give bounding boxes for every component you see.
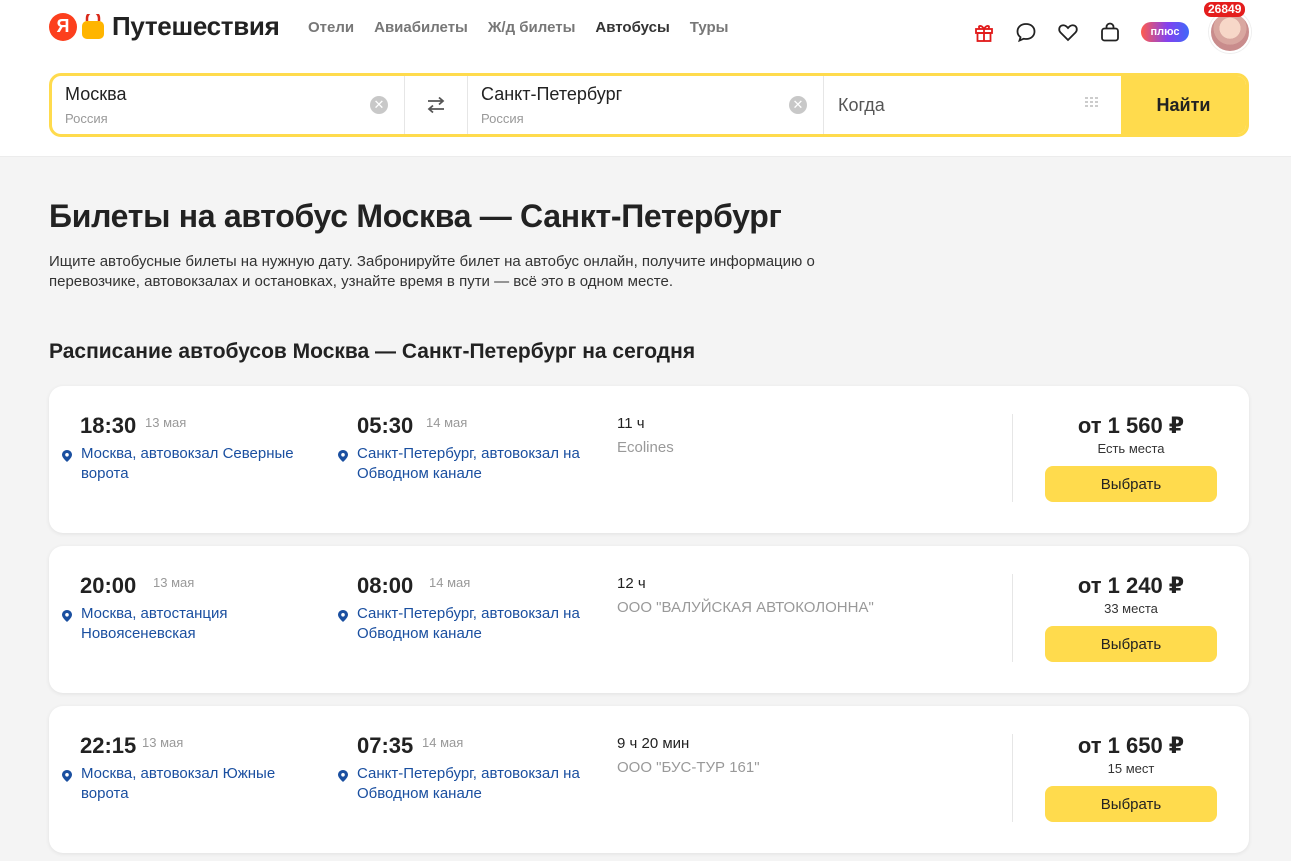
departure-stop-link[interactable]: Москва, автовокзал Северные ворота — [81, 444, 294, 484]
divider — [1012, 414, 1013, 502]
calendar-icon — [1085, 97, 1098, 107]
departure-stop-line: Москва, автовокзал Северные — [81, 445, 294, 462]
nav-flights[interactable]: Авиабилеты — [374, 19, 468, 36]
notification-count-badge: 26849 — [1204, 2, 1246, 17]
departure-stop-link[interactable]: Москва, автовокзал Южные ворота — [81, 764, 275, 804]
carrier-name: ООО "БУС-ТУР 161" — [617, 759, 760, 776]
arrival-date: 14 мая — [429, 575, 471, 590]
header-actions: плюс 26849 — [973, 2, 1251, 53]
to-input-value[interactable]: Санкт-Петербург — [481, 84, 622, 105]
departure-time: 22:15 — [80, 733, 137, 758]
carrier-name: ООО "ВАЛУЙСКАЯ АВТОКОЛОННА" — [617, 599, 874, 616]
divider — [1012, 734, 1013, 822]
location-pin-icon — [62, 450, 72, 462]
page-description: Ищите автобусные билеты на нужную дату. … — [49, 253, 815, 290]
gift-icon[interactable] — [973, 21, 995, 43]
departure-date: 13 мая — [153, 575, 195, 590]
location-pin-icon — [62, 770, 72, 782]
nav-buses[interactable]: Автобусы — [595, 19, 669, 36]
bag-icon[interactable] — [1099, 21, 1121, 43]
clear-from-icon[interactable]: ✕ — [370, 96, 388, 114]
arrival-time: 08:00 — [357, 573, 414, 598]
arrival-date: 14 мая — [426, 415, 468, 430]
arrival-stop-line: Обводном канале — [357, 785, 482, 802]
departure-stop-line: Москва, автовокзал Южные — [81, 765, 276, 782]
location-pin-icon — [62, 610, 72, 622]
departure-time: 20:00 — [80, 573, 137, 598]
trip-price: от 1 240 ₽ — [1077, 573, 1185, 598]
to-field[interactable]: Санкт-Петербург Россия ✕ — [468, 76, 824, 134]
main-nav: Отели Авиабилеты Ж/д билеты Автобусы Тур… — [308, 19, 728, 36]
trip-price: от 1 560 ₽ — [1077, 413, 1185, 438]
departure-time: 18:30 — [80, 413, 137, 438]
arrival-stop-link[interactable]: Санкт-Петербург, автовокзал на Обводном … — [357, 604, 580, 644]
clear-to-icon[interactable]: ✕ — [789, 96, 807, 114]
page-title: Билеты на автобус Москва — Санкт-Петербу… — [49, 198, 782, 234]
departure-stop-line: ворота — [81, 785, 129, 802]
arrival-date: 14 мая — [422, 735, 464, 750]
departure-stop-line: Москва, автостанция — [81, 605, 228, 622]
departure-date: 13 мая — [142, 735, 184, 750]
location-pin-icon — [338, 770, 348, 782]
from-country: Россия — [65, 111, 108, 126]
arrival-stop-line: Обводном канале — [357, 465, 482, 482]
nav-hotels[interactable]: Отели — [308, 19, 354, 36]
seats-available: 15 мест — [1107, 761, 1155, 776]
departure-stop-line: ворота — [81, 465, 129, 482]
departure-stop-line: Новоясеневская — [81, 625, 196, 642]
logo-text: Путешествия — [112, 11, 280, 41]
date-field[interactable]: Когда — [824, 76, 1121, 134]
swap-arrows-icon — [427, 96, 445, 114]
trip-card: 20:00 13 мая Москва, автостанция Новоясе… — [49, 546, 1249, 693]
travel-bag-logo-icon — [80, 10, 106, 40]
arrival-time: 05:30 — [357, 413, 414, 438]
header: Я Путешествия Отели Авиабилеты Ж/д билет… — [0, 0, 1291, 157]
trip-duration: 11 ч — [617, 415, 645, 432]
from-input-value[interactable]: Москва — [65, 84, 126, 105]
trip-card: 18:30 13 мая Москва, автовокзал Северные… — [49, 386, 1249, 533]
arrival-stop-line: Санкт-Петербург, автовокзал на — [357, 445, 580, 462]
heart-icon[interactable] — [1057, 21, 1079, 43]
search-form: Москва Россия ✕ Санкт-Петербург Россия ✕… — [49, 73, 1249, 137]
find-button[interactable]: Найти — [1121, 76, 1246, 134]
departure-stop-link[interactable]: Москва, автостанция Новоясеневская — [81, 604, 228, 644]
arrival-time: 07:35 — [357, 733, 414, 758]
user-menu[interactable]: 26849 — [1204, 2, 1251, 53]
seats-available: Есть места — [1097, 441, 1165, 456]
date-placeholder: Когда — [838, 95, 885, 115]
carrier-name: Ecolines — [617, 439, 674, 456]
trip-duration: 9 ч 20 мин — [617, 735, 690, 752]
seats-available: 33 места — [1104, 601, 1158, 616]
arrival-stop-link[interactable]: Санкт-Петербург, автовокзал на Обводном … — [357, 444, 580, 484]
arrival-stop-line: Обводном канале — [357, 625, 482, 642]
from-field[interactable]: Москва Россия ✕ — [52, 76, 405, 134]
choose-button[interactable]: Выбрать — [1045, 786, 1217, 822]
nav-tours[interactable]: Туры — [690, 19, 729, 36]
choose-button[interactable]: Выбрать — [1045, 466, 1217, 502]
nav-trains[interactable]: Ж/д билеты — [488, 19, 576, 36]
divider — [1012, 574, 1013, 662]
to-country: Россия — [481, 111, 524, 126]
trip-price: от 1 650 ₽ — [1077, 733, 1185, 758]
location-pin-icon — [338, 450, 348, 462]
choose-button[interactable]: Выбрать — [1045, 626, 1217, 662]
chat-icon[interactable] — [1015, 21, 1037, 43]
location-pin-icon — [338, 610, 348, 622]
arrival-stop-line: Санкт-Петербург, автовокзал на — [357, 605, 580, 622]
avatar[interactable] — [1209, 11, 1251, 53]
schedule-title: Расписание автобусов Москва — Санкт-Пете… — [49, 340, 696, 363]
trip-card: 22:15 13 мая Москва, автовокзал Южные во… — [49, 706, 1249, 853]
trip-duration: 12 ч — [617, 575, 646, 592]
logo[interactable]: Я Путешествия — [49, 10, 280, 42]
yandex-logo-icon: Я — [49, 12, 77, 41]
arrival-stop-link[interactable]: Санкт-Петербург, автовокзал на Обводном … — [357, 764, 580, 804]
arrival-stop-line: Санкт-Петербург, автовокзал на — [357, 765, 580, 782]
departure-date: 13 мая — [145, 415, 187, 430]
plus-badge[interactable]: плюс — [1141, 22, 1189, 42]
swap-button[interactable] — [405, 76, 468, 134]
